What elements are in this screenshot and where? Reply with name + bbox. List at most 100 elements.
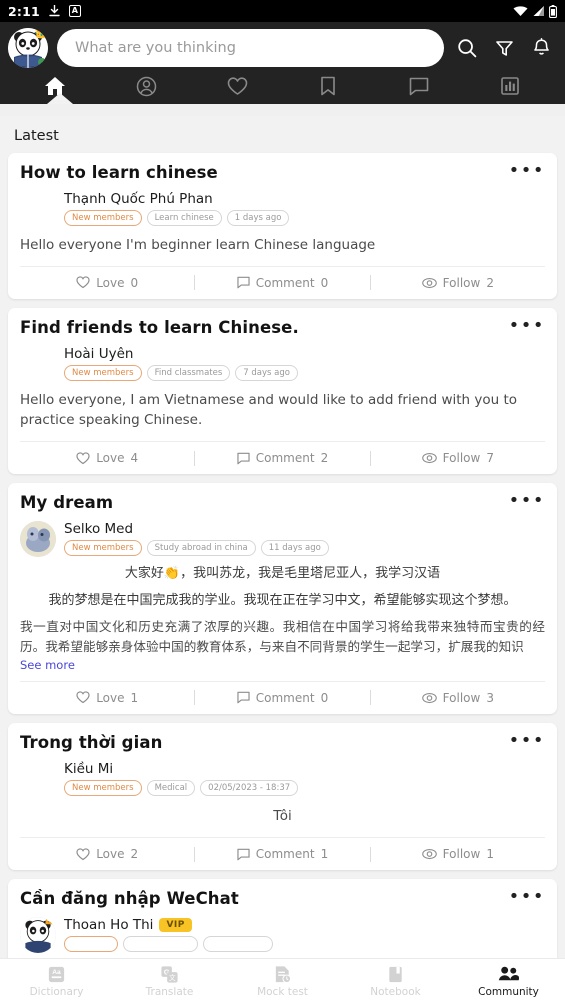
- header-row: 👑 What are you thinking: [8, 28, 555, 68]
- tag-new-members: New members: [64, 779, 142, 796]
- active-tab-notch: [47, 93, 73, 104]
- author-info: Hoài Uyên New members Find classmates 7 …: [64, 346, 298, 381]
- tag-topic: [122, 936, 199, 953]
- notification-bell-icon[interactable]: [527, 38, 555, 58]
- tag-timestamp: 11 days ago: [260, 540, 329, 557]
- tab-messages[interactable]: [373, 77, 464, 96]
- comment-label: Comment: [255, 275, 315, 290]
- author-name: Thoan Ho Thi VIP: [64, 917, 273, 933]
- tab-profile[interactable]: [101, 76, 192, 97]
- follow-action[interactable]: Follow 7: [371, 451, 545, 465]
- follow-count: 2: [486, 275, 494, 290]
- love-count: 0: [130, 275, 139, 290]
- bottom-nav-translate[interactable]: G文 Translate: [113, 959, 226, 1004]
- post-card[interactable]: Cần đăng nhập WeChat ••• Thoan Ho Thi VI…: [8, 879, 557, 958]
- filter-icon[interactable]: [490, 39, 518, 58]
- post-actions: Love 4 Comment 2 Follow 7: [20, 441, 545, 474]
- post-tags: New members Medical 02/05/2023 - 18:37: [64, 779, 299, 796]
- wifi-icon: [513, 5, 528, 17]
- post-card[interactable]: My dream ••• Selko Med New members Study…: [8, 483, 557, 714]
- post-actions: Love 2 Comment 1 Follow 1: [20, 837, 545, 870]
- crown-icon: 👑: [34, 28, 48, 39]
- post-more-options-icon[interactable]: •••: [501, 316, 545, 334]
- author-avatar: [20, 916, 56, 953]
- comment-label: Comment: [255, 451, 315, 465]
- love-action[interactable]: Love 1: [20, 691, 194, 705]
- post-card[interactable]: Find friends to learn Chinese. ••• Hoài …: [8, 307, 557, 474]
- comment-action[interactable]: Comment 1: [195, 847, 369, 861]
- love-label: Love: [96, 275, 125, 290]
- see-more-link[interactable]: See more: [20, 657, 545, 674]
- status-bar-left: 2:11 A: [8, 4, 81, 19]
- follow-label: Follow: [442, 847, 481, 862]
- comment-label: Comment: [255, 690, 315, 705]
- bottom-nav-notebook[interactable]: Notebook: [339, 959, 452, 1004]
- tag-topic: Study abroad in china: [146, 540, 256, 557]
- comment-action[interactable]: Comment 0: [195, 691, 369, 705]
- comment-count: 0: [320, 690, 329, 705]
- svg-text:文: 文: [169, 973, 176, 982]
- follow-action[interactable]: Follow 3: [371, 691, 545, 705]
- battery-icon: [549, 4, 557, 18]
- post-author-row: Kiều Mi New members Medical 02/05/2023 -…: [20, 760, 545, 796]
- tag-timestamp: 1 days ago: [226, 210, 290, 227]
- post-more-options-icon[interactable]: •••: [501, 491, 545, 509]
- follow-count: 1: [486, 847, 494, 862]
- bottom-nav-dictionary[interactable]: Aa Dictionary: [0, 959, 113, 1004]
- bottom-nav-community[interactable]: Community: [452, 959, 565, 1004]
- post-more-options-icon[interactable]: •••: [501, 888, 545, 906]
- author-name-text: Thoan Ho Thi: [64, 917, 154, 934]
- love-action[interactable]: Love 4: [20, 451, 194, 465]
- bottom-nav-mock-test[interactable]: Mock test: [226, 959, 339, 1004]
- top-tab-strip: [0, 68, 565, 104]
- tab-bookmarks[interactable]: [282, 76, 373, 96]
- tag-timestamp: 7 days ago: [235, 365, 298, 381]
- post-actions: Love 1 Comment 0 Follow 3: [20, 680, 545, 714]
- author-avatar: [20, 520, 56, 557]
- author-name: Kiều Mi: [64, 760, 114, 777]
- feed-scroll-area[interactable]: Latest How to learn chinese ••• Thạnh Qu…: [0, 116, 565, 958]
- love-action[interactable]: Love 0: [20, 276, 194, 290]
- status-time: 2:11: [8, 3, 40, 19]
- love-action[interactable]: Love 2: [20, 847, 194, 861]
- community-people-icon: [498, 965, 519, 984]
- comment-action[interactable]: Comment 2: [195, 451, 369, 465]
- search-input[interactable]: What are you thinking: [57, 29, 444, 67]
- comment-action[interactable]: Comment 0: [195, 276, 369, 290]
- post-more-options-icon[interactable]: •••: [501, 161, 545, 179]
- post-card[interactable]: Trong thời gian ••• Kiều Mi New members …: [8, 722, 557, 871]
- section-title-latest: Latest: [14, 128, 59, 144]
- author-name: Thạnh Quốc Phú Phan: [64, 191, 213, 208]
- post-header: How to learn chinese •••: [20, 161, 545, 184]
- search-icon[interactable]: [453, 38, 481, 58]
- vip-badge: VIP: [159, 918, 192, 933]
- bottom-nav-label: Dictionary: [29, 986, 84, 998]
- bottom-nav-label: Community: [478, 986, 539, 998]
- notebook-icon: [386, 965, 405, 984]
- mock-test-icon: [273, 965, 292, 984]
- tab-statistics[interactable]: [464, 77, 555, 95]
- author-avatar: [20, 346, 56, 382]
- follow-action[interactable]: Follow 1: [371, 847, 545, 861]
- tag-timestamp: 02/05/2023 - 18:37: [200, 779, 299, 796]
- follow-action[interactable]: Follow 2: [371, 276, 545, 290]
- follow-label: Follow: [442, 451, 481, 465]
- post-header: Trong thời gian •••: [20, 731, 545, 754]
- post-tags: New members Study abroad in china 11 day…: [64, 540, 329, 557]
- author-name: Hoài Uyên: [64, 346, 134, 362]
- post-body: Hello everyone, I am Vietnamese and woul…: [20, 391, 518, 428]
- post-title: My dream: [20, 493, 114, 512]
- post-body-paragraph: 我一直对中国文化和历史充满了浓厚的兴趣。我相信在中国学习将给我带来独特而宝贵的经…: [20, 618, 545, 654]
- tag-timestamp: [203, 936, 274, 953]
- author-info: Thạnh Quốc Phú Phan New members Learn ch…: [64, 191, 290, 227]
- panda-avatar-logo[interactable]: 👑: [8, 28, 48, 68]
- post-header: My dream •••: [20, 491, 545, 514]
- bottom-nav-label: Notebook: [370, 986, 421, 998]
- post-author-row: Hoài Uyên New members Find classmates 7 …: [20, 346, 545, 382]
- post-card[interactable]: How to learn chinese ••• Thạnh Quốc Phú …: [8, 153, 557, 299]
- tag-topic: Find classmates: [146, 365, 231, 381]
- post-author-row: Thoan Ho Thi VIP: [20, 916, 545, 953]
- post-more-options-icon[interactable]: •••: [501, 731, 545, 749]
- tab-favorites[interactable]: [192, 76, 283, 96]
- follow-count: 7: [486, 451, 494, 465]
